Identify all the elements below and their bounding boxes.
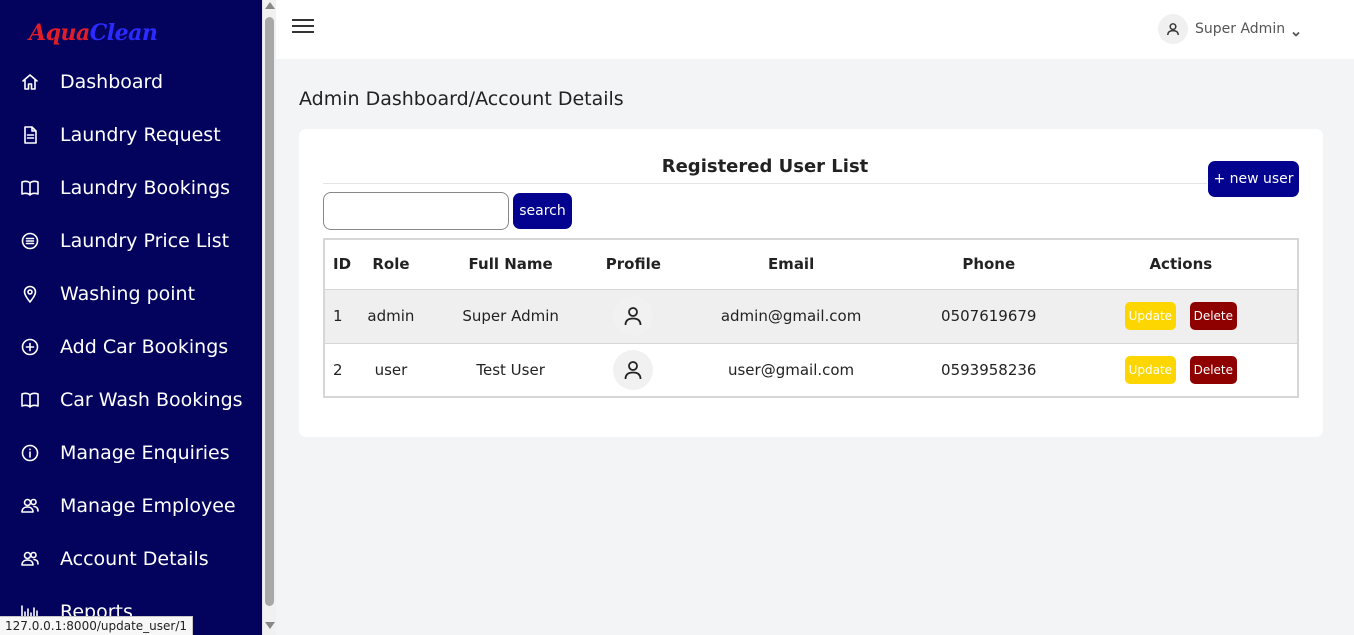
menu-toggle-icon[interactable]: [292, 19, 314, 35]
header-email: Email: [669, 239, 913, 290]
title-divider: [323, 183, 1207, 184]
brand-part-aqua: Aqua: [29, 20, 90, 46]
sidebar-item-laundry-price-list[interactable]: Laundry Price List: [0, 214, 262, 267]
sidebar-item-label: Manage Enquiries: [60, 441, 230, 464]
users-icon: [0, 496, 60, 516]
info-circle-icon: [0, 443, 60, 463]
sidebar-item-label: Manage Employee: [60, 494, 236, 517]
sidebar-item-manage-employee[interactable]: Manage Employee: [0, 479, 262, 532]
header-phone: Phone: [912, 239, 1065, 290]
location-pin-icon: [0, 284, 60, 304]
sidebar-item-label: Car Wash Bookings: [60, 388, 243, 411]
cell-actions: Update Delete: [1064, 343, 1298, 398]
sidebar-item-washing-point[interactable]: Washing point: [0, 267, 262, 320]
delete-button[interactable]: Delete: [1189, 302, 1237, 330]
header-profile: Profile: [597, 239, 670, 290]
sidebar-item-label: Add Car Bookings: [60, 335, 229, 358]
new-user-button[interactable]: + new user: [1208, 161, 1299, 197]
sidebar-item-label: Laundry Price List: [60, 229, 230, 252]
table-row: 2 user Test User user@gmail.com 05939582…: [324, 343, 1298, 398]
search-button[interactable]: search: [513, 193, 572, 229]
users-table: ID Role Full Name Profile Email Phone Ac…: [323, 238, 1299, 398]
user-menu[interactable]: Super Admin: [1158, 14, 1301, 44]
cell-phone: 0507619679: [912, 289, 1065, 344]
users-icon: [0, 549, 60, 569]
profile-avatar-icon: [613, 296, 654, 336]
browser-status-url: 127.0.0.1:8000/update_user/1: [0, 616, 194, 635]
cell-id: 1: [324, 289, 358, 344]
cell-email: admin@gmail.com: [669, 289, 913, 344]
scrollbar-thumb[interactable]: [265, 17, 274, 606]
sidebar-item-account-details[interactable]: Account Details: [0, 532, 262, 585]
sidebar-nav: Dashboard Laundry Request Laundry Bookin…: [0, 55, 262, 635]
chevron-down-icon: [1291, 24, 1301, 37]
update-button[interactable]: Update: [1124, 302, 1176, 330]
cell-email: user@gmail.com: [669, 343, 913, 398]
sidebar-item-label: Laundry Request: [60, 123, 221, 146]
cell-role: admin: [357, 289, 424, 344]
top-header: Super Admin: [276, 0, 1354, 59]
list-circle-icon: [0, 231, 60, 251]
brand-logo[interactable]: AquaClean: [29, 20, 158, 46]
book-icon: [0, 390, 60, 410]
sidebar-item-laundry-bookings[interactable]: Laundry Bookings: [0, 161, 262, 214]
sidebar: AquaClean Dashboard Laundry Request Laun…: [0, 0, 262, 635]
cell-profile: [597, 343, 670, 398]
header-full-name: Full Name: [423, 239, 598, 290]
sidebar-item-label: Laundry Bookings: [60, 176, 231, 199]
cell-actions: Update Delete: [1064, 289, 1298, 344]
header-role: Role: [357, 239, 424, 290]
cell-full-name: Test User: [423, 343, 598, 398]
sidebar-scrollbar[interactable]: [262, 0, 276, 635]
user-avatar-icon: [1158, 14, 1188, 44]
user-name: Super Admin: [1195, 21, 1286, 37]
book-icon: [0, 178, 60, 198]
breadcrumb: Admin Dashboard/Account Details: [299, 88, 624, 110]
cell-profile: [597, 289, 670, 344]
cell-role: user: [357, 343, 424, 398]
profile-avatar-icon: [613, 349, 654, 390]
brand-part-clean: Clean: [89, 20, 158, 46]
cell-full-name: Super Admin: [423, 289, 598, 344]
sidebar-item-label: Dashboard: [60, 70, 164, 93]
scroll-down-arrow-icon[interactable]: [265, 622, 275, 629]
user-list-card: Registered User List + new user search I…: [299, 129, 1323, 437]
header-actions: Actions: [1064, 239, 1298, 290]
plus-circle-icon: [0, 337, 60, 357]
sidebar-item-label: Account Details: [60, 547, 209, 570]
sidebar-item-add-car-bookings[interactable]: Add Car Bookings: [0, 320, 262, 373]
sidebar-item-laundry-request[interactable]: Laundry Request: [0, 108, 262, 161]
delete-button[interactable]: Delete: [1189, 355, 1237, 384]
table-row: 1 admin Super Admin admin@gmail.com 0507…: [324, 289, 1298, 344]
cell-phone: 0593958236: [912, 343, 1065, 398]
sidebar-item-label: Washing point: [60, 282, 196, 305]
table-header-row: ID Role Full Name Profile Email Phone Ac…: [324, 239, 1298, 290]
sidebar-item-car-wash-bookings[interactable]: Car Wash Bookings: [0, 373, 262, 426]
scroll-up-arrow-icon[interactable]: [265, 2, 275, 9]
sidebar-item-manage-enquiries[interactable]: Manage Enquiries: [0, 426, 262, 479]
cell-id: 2: [324, 343, 358, 398]
header-id: ID: [324, 239, 358, 290]
home-icon: [0, 72, 60, 92]
search-input[interactable]: [323, 192, 509, 230]
card-title: Registered User List: [661, 156, 869, 177]
update-button[interactable]: Update: [1124, 355, 1176, 384]
sidebar-item-dashboard[interactable]: Dashboard: [0, 55, 262, 108]
document-icon: [0, 125, 60, 145]
